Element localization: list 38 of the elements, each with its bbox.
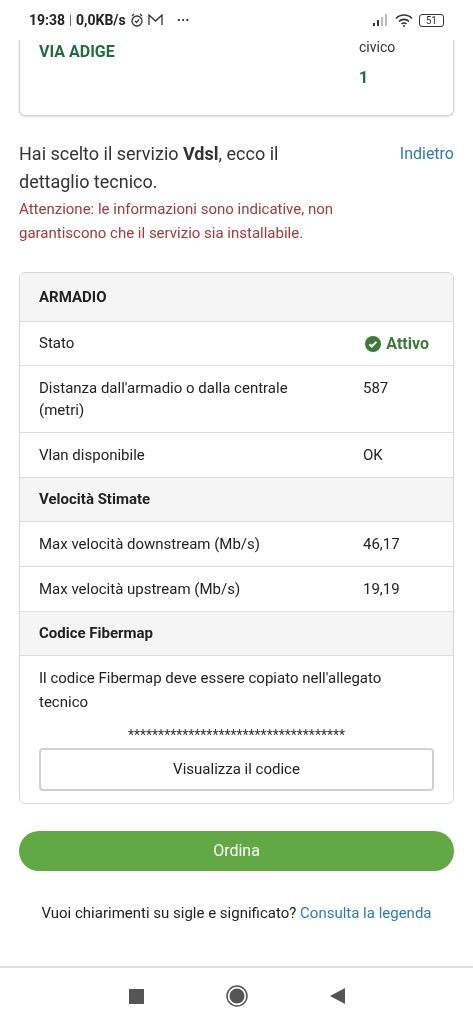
detail-value: 587 (363, 378, 389, 399)
civico-number: 1 (359, 67, 370, 89)
detail-value: OK (363, 445, 383, 466)
check-circle-icon (365, 335, 382, 352)
section-heading: ARMADIO (39, 286, 107, 308)
civico-label: civico (359, 40, 397, 54)
order-button[interactable]: Ordina (19, 831, 454, 871)
recents-icon[interactable] (128, 988, 144, 1004)
detail-value: 46,17 (363, 534, 400, 555)
mail-icon (147, 14, 163, 26)
masked-code: ************************************ (127, 726, 346, 744)
battery-indicator: 51 (418, 13, 444, 27)
detail-label: Max velocità downstream (Mb/s) (39, 534, 261, 555)
street-name: VIA ADIGE (39, 41, 115, 63)
detail-label: Distanza dall'armadio o dalla centrale (metri) (39, 378, 289, 421)
back-link[interactable]: Indietro (399, 140, 454, 196)
show-code-button[interactable]: Visualizza il codice (39, 748, 434, 791)
alarm-icon (129, 13, 144, 27)
more-icon: ··· (176, 9, 190, 31)
section-heading: Velocità Stimate (39, 489, 151, 511)
detail-label: Max velocità upstream (Mb/s) (39, 579, 242, 600)
legend-link[interactable]: Consulta la legenda (300, 904, 432, 922)
clock-text: 19:38 (29, 10, 66, 30)
separator-text: | (69, 12, 72, 29)
wifi-icon (394, 13, 413, 27)
home-icon[interactable] (225, 985, 248, 1007)
network-speed: 0,0KB/s (76, 10, 126, 30)
help-text: Vuoi chiarimenti su sigle e significato? (41, 904, 297, 922)
detail-label: Stato (39, 333, 75, 355)
warning-text: Attenzione: le informazioni sono indicative, non garantiscono che il servizio sia installabile. (19, 199, 335, 244)
back-icon[interactable] (329, 988, 345, 1004)
section-heading: Codice Fibermap (39, 623, 154, 645)
detail-value: 19,19 (363, 579, 400, 600)
detail-label: Vlan disponibile (39, 445, 146, 466)
signal-icon (372, 14, 389, 26)
note-text: Il codice Fibermap deve essere copiato nell'allegato tecnico (39, 668, 383, 713)
status-value: Attivo (386, 332, 429, 355)
intro-text: Hai scelto il servizio Vdsl, ecco il dettaglio tecnico. (19, 142, 280, 194)
